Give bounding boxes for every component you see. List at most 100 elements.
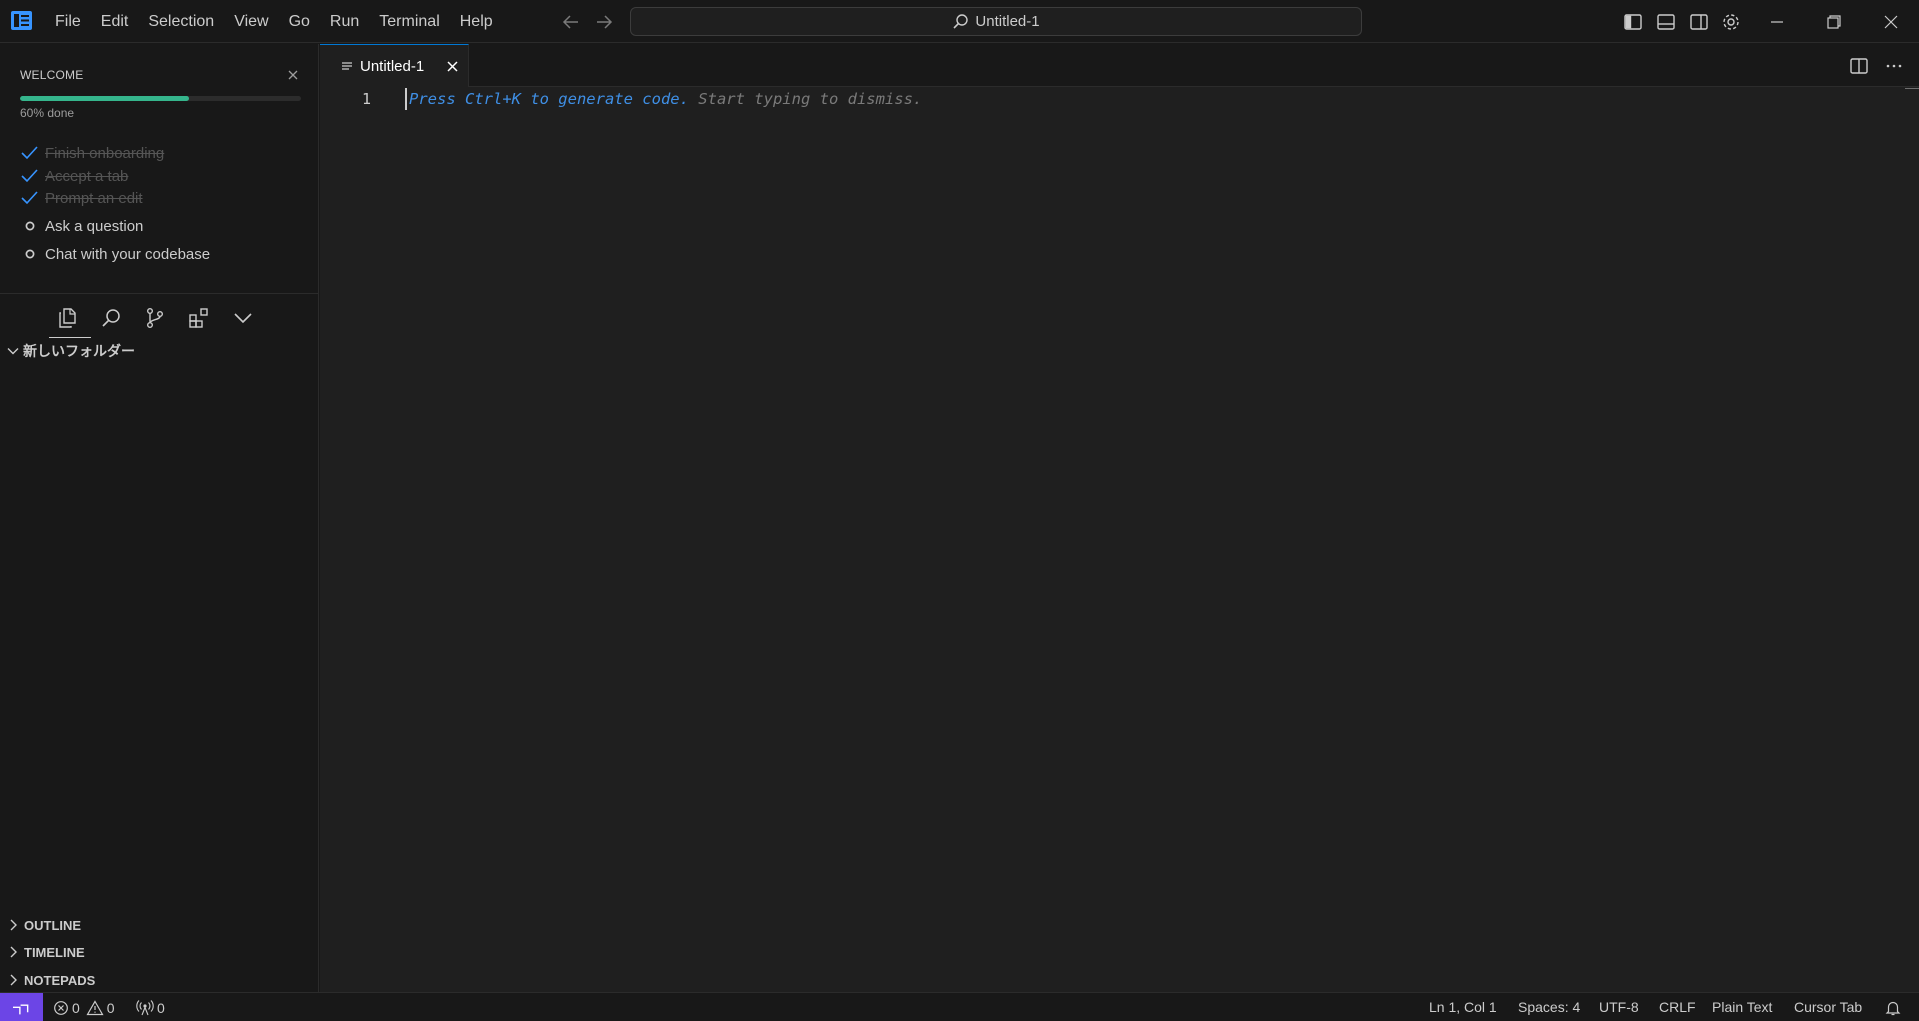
section-label: TIMELINE bbox=[24, 944, 85, 960]
toggle-panel-icon[interactable] bbox=[1655, 11, 1677, 33]
source-control-button[interactable] bbox=[140, 300, 170, 336]
sidebar-divider bbox=[0, 293, 319, 294]
extensions-button[interactable] bbox=[184, 300, 214, 336]
notifications-bell-icon[interactable] bbox=[1885, 1000, 1901, 1016]
command-center-text: Untitled-1 bbox=[975, 13, 1040, 30]
ports-indicator[interactable]: 0 bbox=[136, 993, 165, 1021]
checkmark-icon bbox=[21, 169, 38, 183]
progress-fill bbox=[20, 96, 189, 101]
chevron-down-icon bbox=[7, 348, 19, 355]
section-label: NOTEPADS bbox=[24, 972, 96, 988]
title-bar: File Edit Selection View Go Run Terminal… bbox=[0, 0, 1919, 43]
files-icon bbox=[59, 308, 76, 328]
menu-selection[interactable]: Selection bbox=[138, 0, 224, 43]
settings-gear-icon[interactable] bbox=[1720, 11, 1742, 33]
task-label: Prompt an edit bbox=[45, 189, 143, 207]
plain-text-file-icon bbox=[342, 61, 352, 70]
restore-icon[interactable] bbox=[1823, 11, 1845, 33]
inline-hint: Press Ctrl+K to generate code. Start typ… bbox=[409, 90, 922, 108]
more-actions-icon[interactable] bbox=[1884, 56, 1904, 76]
end-of-line[interactable]: CRLF bbox=[1659, 993, 1696, 1021]
task-finish-onboarding[interactable]: Finish onboarding bbox=[20, 141, 164, 165]
ports-count: 0 bbox=[157, 999, 165, 1016]
warning-icon bbox=[86, 999, 104, 1015]
sidebar: WELCOME 60% done Finish onboarding Accep… bbox=[0, 44, 319, 992]
search-button[interactable] bbox=[96, 300, 126, 336]
onboarding-progress-bar bbox=[20, 96, 301, 101]
explorer-folder-header[interactable]: 新しいフォルダー bbox=[6, 340, 135, 362]
status-bar: 0 0 0 Ln 1, Col 1 Spaces: 4 UTF-8 CRLF P… bbox=[0, 992, 1919, 1021]
text-cursor bbox=[405, 88, 407, 110]
source-control-icon bbox=[146, 308, 163, 329]
editor-area[interactable]: 1 Press Ctrl+K to generate code. Start t… bbox=[320, 87, 1919, 992]
close-tab-icon[interactable] bbox=[445, 59, 460, 74]
circle-icon bbox=[25, 221, 35, 231]
section-notepads[interactable]: NOTEPADS bbox=[8, 969, 95, 991]
command-center[interactable]: Untitled-1 bbox=[630, 7, 1362, 36]
close-window-icon[interactable] bbox=[1880, 11, 1902, 33]
menu-file[interactable]: File bbox=[45, 0, 91, 43]
warning-count: 0 bbox=[106, 999, 115, 1016]
close-welcome-icon[interactable] bbox=[286, 68, 300, 82]
toggle-secondary-sidebar-icon[interactable] bbox=[1688, 11, 1710, 33]
overview-ruler-cursor bbox=[1905, 88, 1919, 89]
app-logo-icon bbox=[11, 11, 32, 30]
task-chat-with-codebase[interactable]: Chat with your codebase bbox=[20, 242, 210, 266]
menu-help[interactable]: Help bbox=[450, 0, 503, 43]
chevron-down-icon bbox=[234, 313, 252, 324]
section-outline[interactable]: OUTLINE bbox=[8, 914, 81, 936]
circle-icon bbox=[25, 249, 35, 259]
task-prompt-an-edit[interactable]: Prompt an edit bbox=[20, 186, 143, 210]
section-timeline[interactable]: TIMELINE bbox=[8, 941, 85, 963]
folder-name: 新しいフォルダー bbox=[23, 344, 135, 360]
progress-text: 60% done bbox=[20, 106, 75, 120]
editor-tab-bar: Untitled-1 bbox=[320, 44, 1919, 88]
chevron-right-icon bbox=[10, 946, 17, 958]
menu-view[interactable]: View bbox=[224, 0, 278, 43]
search-icon bbox=[102, 309, 120, 327]
checkmark-icon bbox=[21, 146, 38, 160]
chevron-right-icon bbox=[10, 974, 17, 986]
hint-dismiss: Start typing to dismiss. bbox=[688, 90, 923, 108]
checkmark-icon bbox=[21, 191, 38, 205]
tab-label: Untitled-1 bbox=[360, 58, 425, 75]
language-mode[interactable]: Plain Text bbox=[1712, 993, 1772, 1021]
chevron-right-icon bbox=[10, 919, 17, 931]
task-accept-a-tab[interactable]: Accept a tab bbox=[20, 164, 128, 188]
cursor-position[interactable]: Ln 1, Col 1 bbox=[1429, 993, 1497, 1021]
search-icon bbox=[953, 14, 969, 29]
menu-bar: File Edit Selection View Go Run Terminal… bbox=[45, 0, 503, 43]
split-editor-icon[interactable] bbox=[1849, 56, 1869, 76]
error-icon bbox=[54, 1000, 68, 1015]
extensions-icon bbox=[189, 308, 208, 328]
tab-untitled-1[interactable]: Untitled-1 bbox=[320, 44, 469, 88]
activity-bar bbox=[49, 300, 258, 338]
task-label: Ask a question bbox=[45, 217, 144, 235]
remote-icon bbox=[12, 1003, 28, 1014]
task-label: Accept a tab bbox=[45, 167, 129, 185]
task-label: Chat with your codebase bbox=[45, 245, 211, 263]
encoding[interactable]: UTF-8 bbox=[1599, 993, 1639, 1021]
hint-generate-code[interactable]: Press Ctrl+K to generate code. bbox=[409, 90, 689, 108]
broadcast-icon bbox=[136, 999, 154, 1015]
section-label: OUTLINE bbox=[24, 917, 82, 933]
line-number: 1 bbox=[362, 90, 372, 108]
menu-go[interactable]: Go bbox=[279, 0, 320, 43]
forward-arrow-icon[interactable] bbox=[593, 11, 615, 33]
task-ask-a-question[interactable]: Ask a question bbox=[20, 214, 143, 238]
toggle-primary-sidebar-icon[interactable] bbox=[1622, 11, 1644, 33]
problems-indicator[interactable]: 0 0 bbox=[53, 993, 115, 1021]
minimize-icon[interactable] bbox=[1766, 11, 1788, 33]
remote-indicator[interactable] bbox=[0, 993, 43, 1021]
error-count: 0 bbox=[72, 999, 80, 1016]
back-arrow-icon[interactable] bbox=[560, 11, 582, 33]
menu-edit[interactable]: Edit bbox=[91, 0, 139, 43]
welcome-title: WELCOME bbox=[20, 68, 84, 82]
menu-run[interactable]: Run bbox=[320, 0, 369, 43]
task-label: Finish onboarding bbox=[45, 144, 165, 162]
explorer-button[interactable] bbox=[49, 300, 91, 338]
menu-terminal[interactable]: Terminal bbox=[369, 0, 449, 43]
cursor-tab-status[interactable]: Cursor Tab bbox=[1794, 993, 1862, 1021]
more-views-button[interactable] bbox=[228, 300, 258, 336]
indentation[interactable]: Spaces: 4 bbox=[1518, 993, 1580, 1021]
